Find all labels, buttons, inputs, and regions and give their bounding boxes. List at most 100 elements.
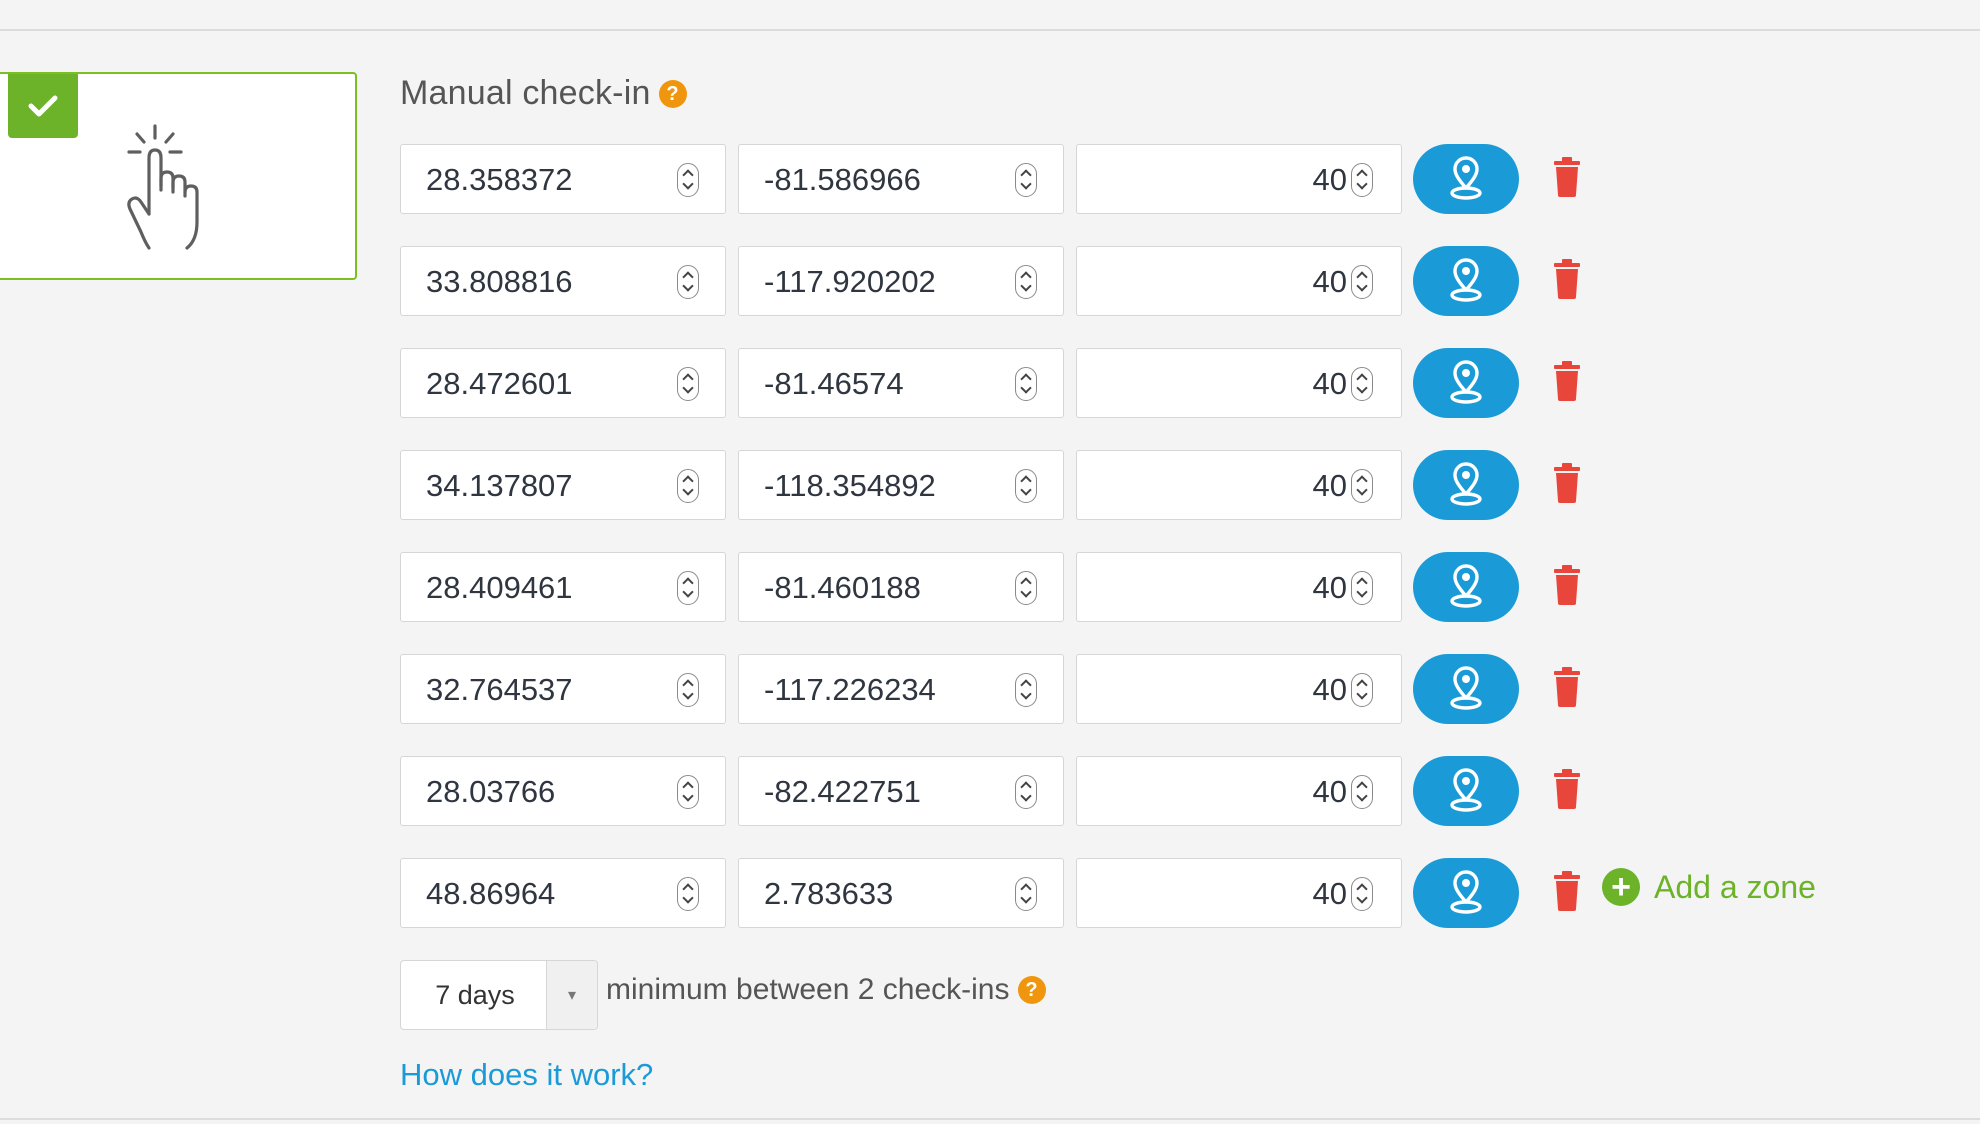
map-pin-button[interactable] [1413, 552, 1519, 622]
stepper-icon[interactable] [677, 469, 699, 503]
map-pin-icon [1446, 767, 1486, 816]
longitude-value: -82.422751 [764, 774, 921, 809]
frequency-select[interactable]: 7 days ▾ [400, 960, 598, 1030]
chevron-down-icon[interactable]: ▾ [546, 961, 597, 1029]
map-pin-button[interactable] [1413, 654, 1519, 724]
stepper-icon[interactable] [677, 265, 699, 299]
longitude-input[interactable]: -118.354892 [738, 450, 1064, 520]
radius-input[interactable]: 40 [1076, 858, 1402, 928]
latitude-input[interactable]: 28.03766 [400, 756, 726, 826]
radius-input[interactable]: 40 [1076, 144, 1402, 214]
map-pin-button[interactable] [1413, 756, 1519, 826]
trash-icon[interactable] [1552, 565, 1582, 605]
stepper-icon[interactable] [1351, 673, 1373, 707]
stepper-icon[interactable] [1351, 469, 1373, 503]
stepper-icon[interactable] [1351, 877, 1373, 911]
trash-icon[interactable] [1552, 871, 1582, 911]
hand-pointer-icon [123, 122, 209, 257]
latitude-input[interactable]: 33.808816 [400, 246, 726, 316]
stepper-icon[interactable] [1351, 265, 1373, 299]
stepper-icon[interactable] [1351, 163, 1373, 197]
map-pin-button[interactable] [1413, 246, 1519, 316]
radius-value: 40 [1312, 774, 1347, 809]
radius-value: 40 [1312, 672, 1347, 707]
map-pin-button[interactable] [1413, 858, 1519, 928]
radius-input[interactable]: 40 [1076, 756, 1402, 826]
map-pin-icon [1446, 665, 1486, 714]
trash-icon[interactable] [1552, 667, 1582, 707]
longitude-input[interactable]: -117.920202 [738, 246, 1064, 316]
latitude-input[interactable]: 28.472601 [400, 348, 726, 418]
radius-value: 40 [1312, 570, 1347, 605]
trash-icon[interactable] [1552, 463, 1582, 503]
top-divider [0, 29, 1980, 31]
longitude-input[interactable]: -81.460188 [738, 552, 1064, 622]
radius-value: 40 [1312, 876, 1347, 911]
latitude-input[interactable]: 28.409461 [400, 552, 726, 622]
trash-icon[interactable] [1552, 769, 1582, 809]
help-icon[interactable]: ? [658, 79, 687, 108]
stepper-icon[interactable] [677, 367, 699, 401]
stepper-icon[interactable] [1351, 571, 1373, 605]
stepper-icon[interactable] [1015, 367, 1037, 401]
map-pin-icon [1446, 461, 1486, 510]
add-zone-button[interactable]: + Add a zone [1602, 868, 1816, 906]
map-pin-icon [1446, 359, 1486, 408]
bottom-divider [0, 1118, 1980, 1120]
check-icon [8, 74, 78, 138]
frequency-label: minimum between 2 check-ins [606, 973, 1010, 1006]
trash-icon[interactable] [1552, 157, 1582, 197]
manual-checkin-method-card[interactable] [0, 72, 357, 280]
stepper-icon[interactable] [677, 877, 699, 911]
frequency-select-value: 7 days [435, 980, 515, 1010]
map-pin-icon [1446, 563, 1486, 612]
radius-input[interactable]: 40 [1076, 552, 1402, 622]
longitude-input[interactable]: -81.586966 [738, 144, 1064, 214]
longitude-input[interactable]: -81.46574 [738, 348, 1064, 418]
latitude-input[interactable]: 32.764537 [400, 654, 726, 724]
latitude-input[interactable]: 34.137807 [400, 450, 726, 520]
longitude-input[interactable]: -117.226234 [738, 654, 1064, 724]
stepper-icon[interactable] [1351, 775, 1373, 809]
latitude-input[interactable]: 48.86964 [400, 858, 726, 928]
longitude-value: -81.46574 [764, 366, 904, 401]
radius-input[interactable]: 40 [1076, 450, 1402, 520]
radius-input[interactable]: 40 [1076, 246, 1402, 316]
stepper-icon[interactable] [1015, 265, 1037, 299]
plus-icon: + [1602, 868, 1640, 906]
trash-icon[interactable] [1552, 259, 1582, 299]
longitude-input[interactable]: -82.422751 [738, 756, 1064, 826]
latitude-value: 32.764537 [426, 672, 573, 707]
radius-input[interactable]: 40 [1076, 348, 1402, 418]
stepper-icon[interactable] [1351, 367, 1373, 401]
longitude-input[interactable]: 2.783633 [738, 858, 1064, 928]
stepper-icon[interactable] [1015, 877, 1037, 911]
radius-value: 40 [1312, 264, 1347, 299]
stepper-icon[interactable] [1015, 673, 1037, 707]
stepper-icon[interactable] [1015, 163, 1037, 197]
add-zone-label: Add a zone [1654, 868, 1816, 905]
latitude-value: 48.86964 [426, 876, 556, 911]
map-pin-button[interactable] [1413, 144, 1519, 214]
map-pin-button[interactable] [1413, 450, 1519, 520]
how-does-it-work-link[interactable]: How does it work? [400, 1057, 653, 1093]
help-icon[interactable]: ? [1017, 976, 1046, 1004]
stepper-icon[interactable] [1015, 571, 1037, 605]
stepper-icon[interactable] [1015, 469, 1037, 503]
stepper-icon[interactable] [677, 163, 699, 197]
longitude-value: -118.354892 [764, 468, 936, 503]
latitude-value: 28.472601 [426, 366, 573, 401]
latitude-input[interactable]: 28.358372 [400, 144, 726, 214]
stepper-icon[interactable] [677, 571, 699, 605]
longitude-value: -117.226234 [764, 672, 936, 707]
radius-input[interactable]: 40 [1076, 654, 1402, 724]
latitude-value: 28.409461 [426, 570, 573, 605]
latitude-value: 33.808816 [426, 264, 573, 299]
radius-value: 40 [1312, 468, 1347, 503]
map-pin-icon [1446, 869, 1486, 918]
map-pin-button[interactable] [1413, 348, 1519, 418]
stepper-icon[interactable] [1015, 775, 1037, 809]
stepper-icon[interactable] [677, 673, 699, 707]
trash-icon[interactable] [1552, 361, 1582, 401]
stepper-icon[interactable] [677, 775, 699, 809]
